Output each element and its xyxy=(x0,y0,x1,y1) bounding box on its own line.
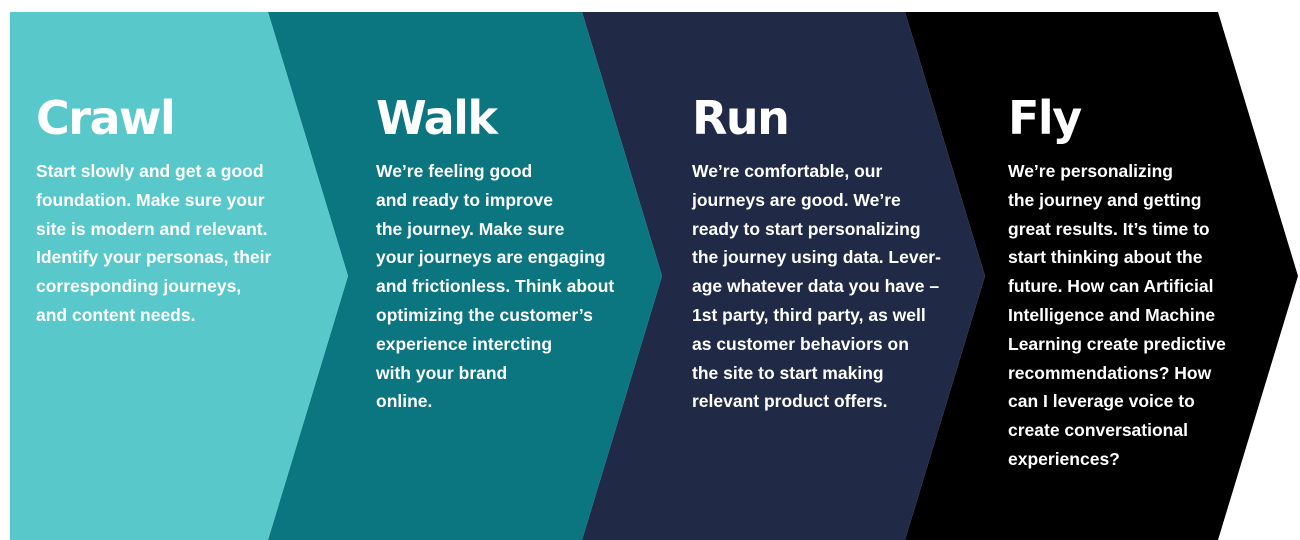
description-line: We’re feeling good xyxy=(376,161,533,181)
description-line: Learning create predictive xyxy=(1008,333,1226,354)
stage-description: Start slowly and get a good foundation. … xyxy=(36,157,271,330)
description-line: 1st party, third party, as well xyxy=(692,304,926,325)
description-line: with your brand xyxy=(376,362,508,383)
description-line: and ready to improve xyxy=(376,189,553,210)
description-line: the site to start making xyxy=(692,362,884,383)
description-line: recommendations? How xyxy=(1008,362,1212,383)
description-line: your journeys are engaging xyxy=(376,247,606,268)
description-line: relevant product offers. xyxy=(692,391,888,412)
description-line: and content needs. xyxy=(36,304,196,325)
description-line: start thinking about the xyxy=(1008,247,1203,268)
description-line: and frictionless. Think about xyxy=(376,276,615,297)
description-line: optimizing the customer’s xyxy=(376,304,593,325)
stage-walk: Walk We’re feeling good and ready to imp… xyxy=(376,0,641,540)
stage-title: Fly xyxy=(1008,91,1082,145)
description-line: We’re comfortable, our xyxy=(692,161,883,181)
description-line: as customer behaviors on xyxy=(692,333,909,354)
description-line: We’re personalizing xyxy=(1008,161,1173,181)
description-line: the journey using data. Lever- xyxy=(692,247,941,268)
stage-description: We’re comfortable, our journeys are good… xyxy=(692,157,941,416)
description-line: foundation. Make sure your xyxy=(36,189,265,210)
description-line: great results. It’s time to xyxy=(1008,218,1210,239)
description-line: Intelligence and Machine xyxy=(1008,304,1216,325)
description-line: create conversational xyxy=(1008,420,1188,441)
description-line: Identify your personas, their xyxy=(36,247,272,268)
description-line: can I leverage voice to xyxy=(1008,391,1195,412)
description-line: journeys are good. We’re xyxy=(692,189,901,210)
description-line: Start slowly and get a good xyxy=(36,161,264,181)
stage-title: Run xyxy=(692,91,790,145)
stage-title: Crawl xyxy=(36,91,176,145)
stage-run: Run We’re comfortable, our journeys are … xyxy=(692,0,962,540)
stage-description: We’re personalizing the journey and gett… xyxy=(1008,157,1226,474)
description-line: site is modern and relevant. xyxy=(36,218,268,239)
stage-fly: Fly We’re personalizing the journey and … xyxy=(1008,0,1258,540)
description-line: corresponding journeys, xyxy=(36,276,242,297)
description-line: age whatever data you have – xyxy=(692,276,940,297)
description-line: ready to start personalizing xyxy=(692,218,921,239)
stage-crawl: Crawl Start slowly and get a good founda… xyxy=(36,0,306,540)
description-line: experience intercting xyxy=(376,333,553,354)
stage-description: We’re feeling good and ready to improve … xyxy=(376,157,614,416)
description-line: experiences? xyxy=(1008,448,1120,469)
description-line: online. xyxy=(376,391,433,412)
stage-title: Walk xyxy=(376,91,498,145)
description-line: future. How can Artificial xyxy=(1008,276,1214,297)
description-line: the journey. Make sure xyxy=(376,218,565,239)
description-line: the journey and getting xyxy=(1008,189,1202,210)
